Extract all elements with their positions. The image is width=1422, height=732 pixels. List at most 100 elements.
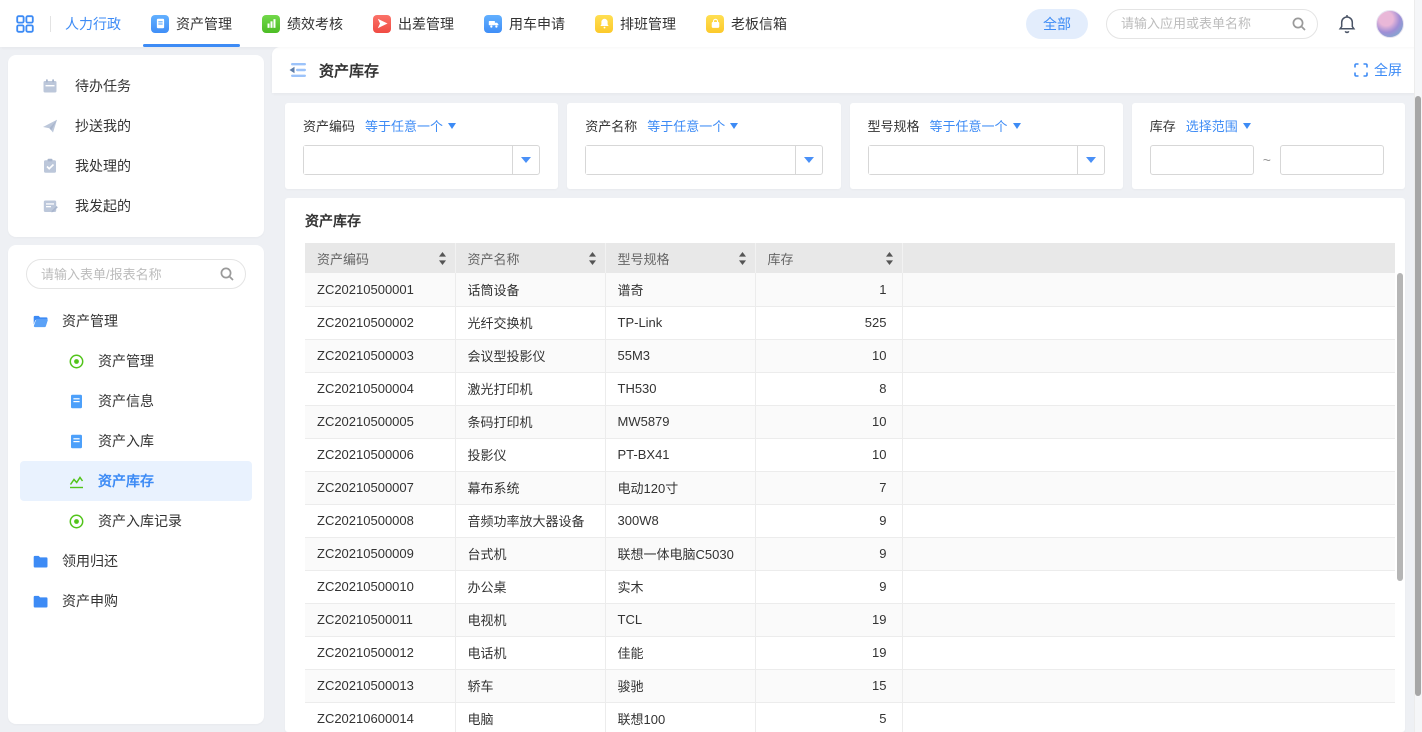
table-row[interactable]: ZC20210600014 电脑 联想100 5 [305,702,1395,732]
tab-boss-mailbox[interactable]: 老板信箱 [706,0,787,47]
cell-asset-name[interactable]: 台式机 [455,537,605,570]
column-header-model-spec[interactable]: 型号规格 [605,243,755,273]
cell-stock[interactable]: 8 [755,372,902,405]
cell-stock[interactable]: 9 [755,570,902,603]
table-row[interactable]: ZC20210500005 条码打印机 MW5879 10 [305,405,1395,438]
table-row[interactable]: ZC20210500001 话筒设备 谱奇 1 [305,273,1395,306]
cell-asset-code[interactable]: ZC20210500006 [305,438,455,471]
cell-stock[interactable]: 15 [755,669,902,702]
tab-vehicle-request[interactable]: 用车申请 [484,0,565,47]
cell-asset-code[interactable]: ZC20210500007 [305,471,455,504]
cell-stock[interactable]: 5 [755,702,902,732]
apps-grid-icon[interactable] [14,13,36,35]
tree-folder-asset-purchase[interactable]: 资产申购 [8,581,264,621]
cell-stock[interactable]: 7 [755,471,902,504]
table-row[interactable]: ZC20210500004 激光打印机 TH530 8 [305,372,1395,405]
sidebar-item-initiated-by-me[interactable]: 我发起的 [8,186,264,226]
stock-min-input[interactable] [1150,145,1254,175]
cell-asset-name[interactable]: 幕布系统 [455,471,605,504]
tab-business-trip[interactable]: 出差管理 [373,0,454,47]
filter-operator-dropdown[interactable]: 等于任意一个 [930,116,1021,135]
sidebar-item-cc-to-me[interactable]: 抄送我的 [8,106,264,146]
cell-model-spec[interactable]: TCL [605,603,755,636]
cell-model-spec[interactable]: 联想一体电脑C5030 [605,537,755,570]
cell-model-spec[interactable]: PT-BX41 [605,438,755,471]
tree-folder-borrow-return[interactable]: 领用归还 [8,541,264,581]
page-scrollbar[interactable] [1414,0,1422,732]
search-icon[interactable] [219,266,235,282]
cell-asset-code[interactable]: ZC20210500002 [305,306,455,339]
tab-hr-admin[interactable]: 人力行政 [65,0,121,47]
sidebar-item-handled-by-me[interactable]: 我处理的 [8,146,264,186]
sidebar-item-todo-tasks[interactable]: 待办任务 [8,66,264,106]
cell-asset-name[interactable]: 会议型投影仪 [455,339,605,372]
cell-model-spec[interactable]: MW5879 [605,405,755,438]
table-row[interactable]: ZC20210500008 音频功率放大器设备 300W8 9 [305,504,1395,537]
cell-asset-name[interactable]: 轿车 [455,669,605,702]
table-row[interactable]: ZC20210500013 轿车 骏驰 15 [305,669,1395,702]
column-header-asset-code[interactable]: 资产编码 [305,243,455,273]
column-header-asset-name[interactable]: 资产名称 [455,243,605,273]
cell-asset-code[interactable]: ZC20210500003 [305,339,455,372]
cell-stock[interactable]: 10 [755,438,902,471]
cell-asset-code[interactable]: ZC20210500009 [305,537,455,570]
cell-asset-name[interactable]: 条码打印机 [455,405,605,438]
cell-asset-code[interactable]: ZC20210500012 [305,636,455,669]
page-scrollbar-thumb[interactable] [1415,96,1421,696]
cell-asset-code[interactable]: ZC20210500013 [305,669,455,702]
cell-asset-code[interactable]: ZC20210500010 [305,570,455,603]
combobox-dropdown-button[interactable] [795,146,822,174]
combobox-dropdown-button[interactable] [1077,146,1104,174]
table-row[interactable]: ZC20210500003 会议型投影仪 55M3 10 [305,339,1395,372]
cell-asset-name[interactable]: 电话机 [455,636,605,669]
collapse-sidebar-icon[interactable] [288,62,307,78]
cell-model-spec[interactable]: 联想100 [605,702,755,732]
cell-stock[interactable]: 19 [755,636,902,669]
tree-item-asset-inbound[interactable]: 资产入库 [8,421,264,461]
cell-asset-name[interactable]: 办公桌 [455,570,605,603]
cell-stock[interactable]: 9 [755,504,902,537]
tree-item-asset-info[interactable]: 资产信息 [8,381,264,421]
sort-icon[interactable] [738,252,747,265]
cell-asset-name[interactable]: 投影仪 [455,438,605,471]
tree-item-asset-inbound-records[interactable]: 资产入库记录 [8,501,264,541]
cell-model-spec[interactable]: 谱奇 [605,273,755,306]
filter-asset-name-input[interactable] [586,146,794,174]
cell-model-spec[interactable]: 实木 [605,570,755,603]
cell-asset-code[interactable]: ZC20210500001 [305,273,455,306]
sort-icon[interactable] [588,252,597,265]
sort-icon[interactable] [438,252,447,265]
cell-asset-name[interactable]: 话筒设备 [455,273,605,306]
combobox-dropdown-button[interactable] [512,146,539,174]
user-avatar[interactable] [1376,10,1404,38]
tab-performance[interactable]: 绩效考核 [262,0,343,47]
cell-asset-name[interactable]: 音频功率放大器设备 [455,504,605,537]
cell-stock[interactable]: 9 [755,537,902,570]
filter-operator-dropdown[interactable]: 等于任意一个 [365,116,456,135]
tree-item-asset-inventory[interactable]: 资产库存 [20,461,252,501]
cell-model-spec[interactable]: TP-Link [605,306,755,339]
table-scrollbar-thumb[interactable] [1397,273,1403,581]
tree-folder-asset-management[interactable]: 资产管理 [8,301,264,341]
tree-item-asset-management[interactable]: 资产管理 [8,341,264,381]
form-search-input[interactable] [26,259,246,289]
cell-asset-code[interactable]: ZC20210500004 [305,372,455,405]
stock-max-input[interactable] [1280,145,1384,175]
app-search-input[interactable] [1106,9,1318,39]
tab-asset-management[interactable]: 资产管理 [151,0,232,47]
column-header-stock[interactable]: 库存 [755,243,902,273]
table-row[interactable]: ZC20210500002 光纤交换机 TP-Link 525 [305,306,1395,339]
table-row[interactable]: ZC20210500006 投影仪 PT-BX41 10 [305,438,1395,471]
cell-asset-code[interactable]: ZC20210600014 [305,702,455,732]
filter-operator-dropdown[interactable]: 选择范围 [1186,116,1251,135]
search-icon[interactable] [1291,16,1307,32]
table-row[interactable]: ZC20210500012 电话机 佳能 19 [305,636,1395,669]
cell-model-spec[interactable]: 55M3 [605,339,755,372]
cell-model-spec[interactable]: 骏驰 [605,669,755,702]
filter-model-spec-input[interactable] [869,146,1077,174]
filter-asset-code-input[interactable] [304,146,512,174]
cell-asset-name[interactable]: 激光打印机 [455,372,605,405]
sort-icon[interactable] [885,252,894,265]
fullscreen-button[interactable]: 全屏 [1354,60,1402,80]
cell-stock[interactable]: 10 [755,405,902,438]
